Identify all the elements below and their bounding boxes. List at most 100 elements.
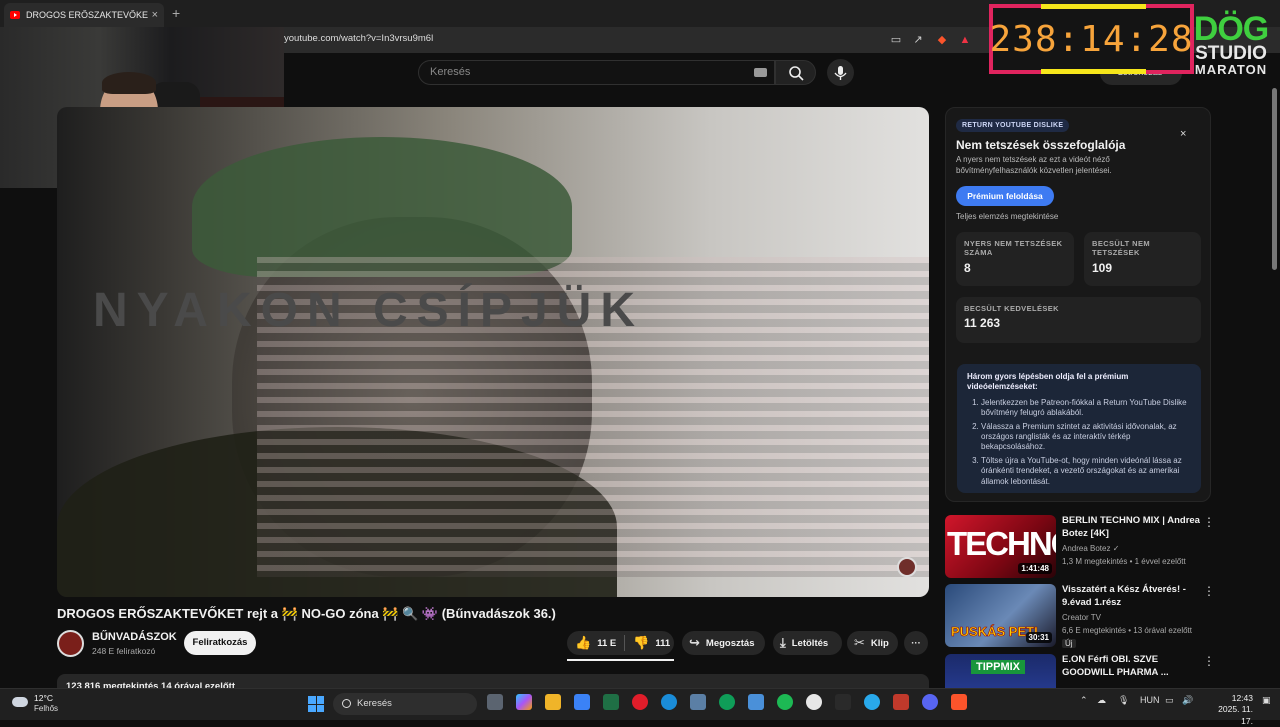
app-icon[interactable] (835, 694, 851, 710)
telegram-icon[interactable] (864, 694, 880, 710)
cast-icon[interactable]: ▭ (889, 33, 903, 47)
copilot-icon[interactable] (516, 694, 532, 710)
video-title[interactable]: Visszatért a Kész Átverés! - 9.évad 1.ré… (1062, 584, 1204, 610)
more-options-icon[interactable]: ⋮ (1203, 584, 1215, 598)
stat-value: 8 (964, 260, 971, 275)
premium-unlock-button[interactable]: Prémium feloldása (956, 186, 1054, 206)
xbox-icon[interactable] (719, 694, 735, 710)
like-ratio-bar (567, 659, 674, 661)
stat-value: 109 (1092, 260, 1113, 275)
search-icon (789, 66, 804, 81)
full-analysis-link[interactable]: Teljes elemzés megtekintése (956, 212, 1058, 221)
discord-icon[interactable] (922, 694, 938, 710)
video-title[interactable]: E.ON Férfi OBI. SZVE GOODWILL PHARMA ... (1062, 654, 1204, 680)
dislike-count[interactable]: 111 (655, 638, 670, 649)
stat-label: BECSÜLT NEM TETSZÉSEK (1092, 239, 1151, 258)
panel-description: A nyers nem tetszések az ezt a videót né… (956, 155, 1112, 175)
url-text[interactable]: youtube.com/watch?v=In3vrsu9m6l (284, 33, 433, 44)
notepad-icon[interactable] (748, 694, 764, 710)
settings-icon[interactable] (690, 694, 706, 710)
video-frame-cap (192, 137, 572, 277)
stat-estimated-likes: BECSÜLT KEDVELÉSEK 11 263 (956, 297, 1201, 343)
tray-chevron-icon[interactable]: ⌃ (1080, 695, 1088, 706)
weather-desc: Felhős (34, 704, 59, 713)
download-label: Letöltés (791, 637, 829, 649)
more-options-icon[interactable]: ⋮ (1203, 654, 1215, 668)
download-button[interactable]: ⤓ Letöltés (773, 631, 842, 655)
obs-icon[interactable] (806, 694, 822, 710)
like-count[interactable]: 11 E (597, 638, 616, 649)
weather-temp: 12°C (34, 693, 53, 703)
clip-button[interactable]: ✂ Klip (847, 631, 898, 655)
channel-name[interactable]: BŰNVADÁSZOK (92, 631, 177, 643)
spotify-icon[interactable] (777, 694, 793, 710)
voice-search-button[interactable] (827, 59, 854, 86)
page-scrollbar[interactable] (1272, 88, 1277, 270)
search-input[interactable]: Keresés (418, 60, 775, 85)
youtube-favicon-icon (10, 11, 20, 19)
share-button[interactable]: ↪ Megosztás (682, 631, 765, 655)
share-label: Megosztás (705, 637, 755, 649)
excel-icon[interactable] (603, 694, 619, 710)
logo-line2: STUDIO (1195, 43, 1267, 64)
notification-icon[interactable]: ▣ (1262, 695, 1271, 706)
microphone-icon[interactable]: 🎙 (1118, 695, 1129, 706)
channel-watermark-icon[interactable] (897, 557, 917, 577)
edge-icon[interactable] (661, 694, 677, 710)
thumbnail-text: TECHNO (947, 525, 1056, 562)
task-view-icon[interactable] (487, 694, 503, 710)
app-icon[interactable] (632, 694, 648, 710)
clip-label: Klip (870, 637, 889, 649)
thumbnail-text: PUSKÁS PETI (951, 624, 1038, 640)
recommended-video[interactable]: TECHNO 1:41:48 BERLIN TECHNO MIX | Andre… (945, 515, 1225, 581)
brave-rewards-icon[interactable]: ▲ (958, 33, 972, 47)
clock-time: 12:43 (1231, 693, 1253, 703)
file-explorer-icon[interactable] (545, 694, 561, 710)
video-duration: 1:41:48 (1018, 563, 1052, 574)
search-button[interactable] (775, 60, 816, 85)
video-thumbnail[interactable]: TIPPMIX (945, 654, 1056, 688)
scissors-icon: ✂ (854, 635, 865, 650)
channel-name[interactable]: Andrea Botez ✓ (1062, 544, 1119, 553)
panel-title: Nem tetszések összefoglalója (956, 138, 1126, 152)
video-meta: 1,3 M megtekintés • 1 évvel ezelőtt (1062, 557, 1186, 566)
windows-start-icon[interactable] (308, 696, 324, 712)
channel-avatar[interactable] (57, 630, 84, 657)
brave-shield-icon[interactable]: ◆ (935, 33, 949, 47)
app-icon[interactable] (893, 694, 909, 710)
cloud-icon (12, 697, 28, 707)
weather-widget[interactable]: 12°C Felhős (12, 693, 82, 715)
video-player[interactable]: NYAKON CSÍPJÜK (57, 107, 929, 597)
tab-close-icon[interactable]: × (152, 9, 158, 21)
onedrive-icon[interactable]: ☁ (1097, 695, 1106, 706)
recommended-video[interactable]: TIPPMIX E.ON Férfi OBI. SZVE GOODWILL PH… (945, 654, 1225, 688)
more-options-icon[interactable]: ⋮ (1203, 515, 1215, 529)
video-title[interactable]: BERLIN TECHNO MIX | Andrea Botez [4K] (1062, 515, 1204, 541)
subscribe-button[interactable]: Feliratkozás (184, 631, 256, 655)
thumbs-down-icon[interactable]: 👎 (633, 635, 649, 651)
browser-tab[interactable]: DROGOS ERŐSZAKTEVŐKET rejt × (4, 3, 164, 27)
keyboard-icon[interactable] (754, 68, 767, 77)
share-page-icon[interactable]: ↗ (911, 33, 925, 47)
store-icon[interactable] (574, 694, 590, 710)
network-icon[interactable]: ▭ (1165, 695, 1174, 706)
taskbar-search[interactable]: Keresés (333, 693, 477, 715)
video-thumbnail[interactable]: PUSKÁS PETI 30:31 (945, 584, 1056, 647)
close-icon[interactable]: × (1180, 128, 1186, 140)
thumbs-up-icon[interactable]: 👍 (575, 635, 591, 651)
stat-value: 11 263 (964, 316, 1001, 331)
new-tab-button[interactable]: + (172, 5, 180, 21)
system-clock[interactable]: 12:43 2025. 11. 17. (1205, 693, 1253, 727)
step-item: Válassza a Premium szintet az aktivitási… (981, 422, 1191, 453)
step-item: Töltse újra a YouTube-ot, hogy minden vi… (981, 456, 1191, 487)
clock-date: 2025. 11. 17. (1218, 704, 1253, 726)
brave-icon[interactable] (951, 694, 967, 710)
volume-icon[interactable]: 🔊 (1182, 695, 1193, 706)
language-indicator[interactable]: HUN (1140, 695, 1160, 705)
channel-name[interactable]: Creator TV (1062, 613, 1101, 622)
recommended-video[interactable]: PUSKÁS PETI 30:31 Visszatért a Kész Átve… (945, 584, 1225, 650)
microphone-icon (834, 66, 847, 80)
video-thumbnail[interactable]: TECHNO 1:41:48 (945, 515, 1056, 578)
more-actions-button[interactable]: ··· (904, 631, 928, 655)
logo-line1: DÖG (1193, 10, 1269, 48)
